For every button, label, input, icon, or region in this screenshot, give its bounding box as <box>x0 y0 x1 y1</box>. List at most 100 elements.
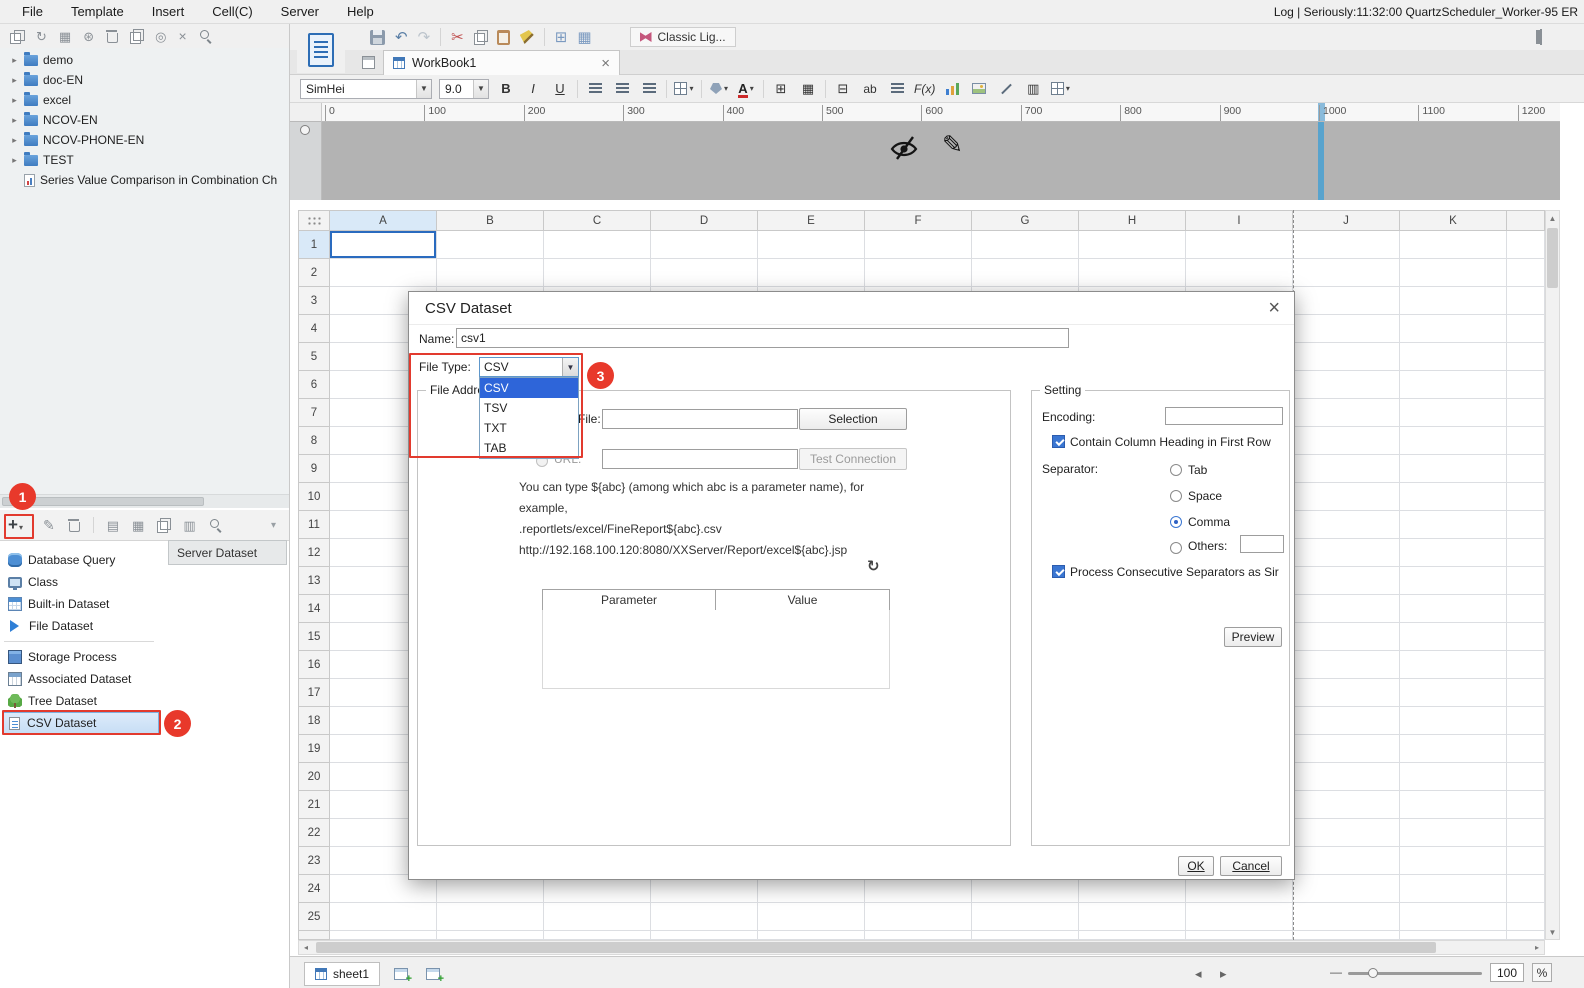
cell-j3[interactable] <box>1293 287 1400 315</box>
separator-option-tab[interactable]: Tab <box>1170 457 1230 483</box>
others-input[interactable] <box>1240 535 1284 553</box>
ok-button[interactable]: OK <box>1178 856 1214 876</box>
cell-j24[interactable] <box>1293 875 1400 903</box>
format-painter-icon[interactable] <box>519 30 534 44</box>
cell-k5[interactable] <box>1400 343 1507 371</box>
process-consecutive-checkbox[interactable] <box>1052 565 1065 578</box>
zoom-slider[interactable] <box>1348 968 1482 978</box>
cell-j22[interactable] <box>1293 819 1400 847</box>
cell-k6[interactable] <box>1400 371 1507 399</box>
cell-j21[interactable] <box>1293 791 1400 819</box>
edit-dataset-icon[interactable]: ✎ <box>43 517 55 534</box>
tab-server-dataset[interactable]: Server Dataset <box>168 540 287 565</box>
tree-file-series-chart[interactable]: Series Value Comparison in Combination C… <box>0 170 290 190</box>
cell-f1[interactable] <box>865 231 972 259</box>
close-icon[interactable]: × <box>1268 298 1280 318</box>
radio-icon[interactable] <box>1170 516 1182 528</box>
scroll-right-icon[interactable]: ▸ <box>1530 941 1544 955</box>
report-block-icon[interactable]: ▦ <box>59 30 71 43</box>
cell-c1[interactable] <box>544 231 651 259</box>
border-style-select[interactable]: ▾ <box>1050 79 1070 99</box>
dataset-item-class[interactable]: Class <box>0 571 290 593</box>
cell-f2[interactable] <box>865 259 972 287</box>
separator-others-radio[interactable] <box>1170 542 1182 554</box>
tree-folder-doc-en[interactable]: ▸ doc-EN <box>0 70 290 90</box>
merge-cells-icon[interactable]: ⊞ <box>771 79 791 99</box>
line-button[interactable] <box>996 79 1016 99</box>
chevron-down-icon[interactable]: ▼ <box>473 79 488 98</box>
cell-b1[interactable] <box>437 231 544 259</box>
cell-h2[interactable] <box>1079 259 1186 287</box>
cell-g1[interactable] <box>972 231 1079 259</box>
row-header-15[interactable]: 15 <box>298 623 330 651</box>
delete-template-icon[interactable] <box>106 29 119 43</box>
cell-g25[interactable] <box>972 903 1079 931</box>
row-header-19[interactable]: 19 <box>298 735 330 763</box>
scroll-up-icon[interactable]: ▲ <box>1546 211 1560 225</box>
close-template-icon[interactable]: × <box>178 29 186 43</box>
settings-icon[interactable]: ⊛ <box>83 30 94 43</box>
cell-k20[interactable] <box>1400 763 1507 791</box>
expand-icon[interactable]: ▸ <box>10 155 19 166</box>
preview-dataset-icon[interactable]: ▤ <box>107 519 119 532</box>
cell-e1[interactable] <box>758 231 865 259</box>
cell-a25[interactable] <box>330 903 437 931</box>
copy-icon[interactable] <box>473 30 488 45</box>
column-header-j[interactable]: J <box>1293 210 1400 231</box>
cell-j16[interactable] <box>1293 651 1400 679</box>
tree-folder-test[interactable]: ▸ TEST <box>0 150 290 170</box>
edit-parameters-icon[interactable]: ✎ <box>942 130 963 160</box>
radio-icon[interactable] <box>1170 464 1182 476</box>
zoom-slider-handle[interactable] <box>1368 968 1378 978</box>
column-header-h[interactable]: H <box>1079 210 1186 231</box>
row-header-8[interactable]: 8 <box>298 427 330 455</box>
cell-j6[interactable] <box>1293 371 1400 399</box>
collapse-handle-icon[interactable] <box>300 125 310 135</box>
new-template-button[interactable] <box>297 27 345 73</box>
tree-folder-ncov-phone-en[interactable]: ▸ NCOV-PHONE-EN <box>0 130 290 150</box>
theme-button[interactable]: Classic Lig... <box>629 27 736 47</box>
url-input[interactable] <box>602 449 798 469</box>
column-header-d[interactable]: D <box>651 210 758 231</box>
cell-j25[interactable] <box>1293 903 1400 931</box>
cell-k15[interactable] <box>1400 623 1507 651</box>
row-header-10[interactable]: 10 <box>298 483 330 511</box>
cell-j1[interactable] <box>1293 231 1400 259</box>
open-template-icon[interactable] <box>10 29 25 44</box>
menu-server[interactable]: Server <box>267 0 333 23</box>
cell-j19[interactable] <box>1293 735 1400 763</box>
zoom-value-box[interactable]: 100 <box>1490 963 1524 982</box>
border-select[interactable]: ▾ <box>674 79 694 99</box>
vertical-scrollbar[interactable]: ▲ ▼ <box>1545 210 1560 940</box>
row-header-16[interactable]: 16 <box>298 651 330 679</box>
cell-d2[interactable] <box>651 259 758 287</box>
undo-icon[interactable]: ↶ <box>395 28 408 46</box>
tab-sheet1[interactable]: sheet1 <box>304 962 381 986</box>
cell-k1[interactable] <box>1400 231 1507 259</box>
cell-j12[interactable] <box>1293 539 1400 567</box>
bold-button[interactable]: B <box>496 79 516 99</box>
contain-heading-checkbox[interactable] <box>1052 435 1065 448</box>
image-button[interactable] <box>969 79 989 99</box>
delete-dataset-icon[interactable] <box>67 518 80 532</box>
align-left-icon[interactable] <box>585 79 605 99</box>
scrollbar-thumb[interactable] <box>1547 228 1558 288</box>
cell-k16[interactable] <box>1400 651 1507 679</box>
cell-k14[interactable] <box>1400 595 1507 623</box>
column-header-a[interactable]: A <box>330 210 437 231</box>
cell-k12[interactable] <box>1400 539 1507 567</box>
selection-button[interactable]: Selection <box>799 408 907 430</box>
parameter-table-body[interactable] <box>542 610 890 689</box>
next-sheet-icon[interactable]: ▸ <box>1220 966 1227 982</box>
edit-table-icon[interactable]: ▦ <box>132 519 144 532</box>
cell-e25[interactable] <box>758 903 865 931</box>
tree-folder-excel[interactable]: ▸ excel <box>0 90 290 110</box>
parameter-pane[interactable]: ✎ <box>322 122 1560 200</box>
scroll-down-icon[interactable]: ▼ <box>1546 925 1560 939</box>
chart-button[interactable] <box>942 79 962 99</box>
formula-button[interactable]: F(x) <box>914 79 935 99</box>
cell-i2[interactable] <box>1186 259 1293 287</box>
row-header-22[interactable]: 22 <box>298 819 330 847</box>
cell-b25[interactable] <box>437 903 544 931</box>
refresh-icon[interactable]: ↻ <box>36 30 47 43</box>
